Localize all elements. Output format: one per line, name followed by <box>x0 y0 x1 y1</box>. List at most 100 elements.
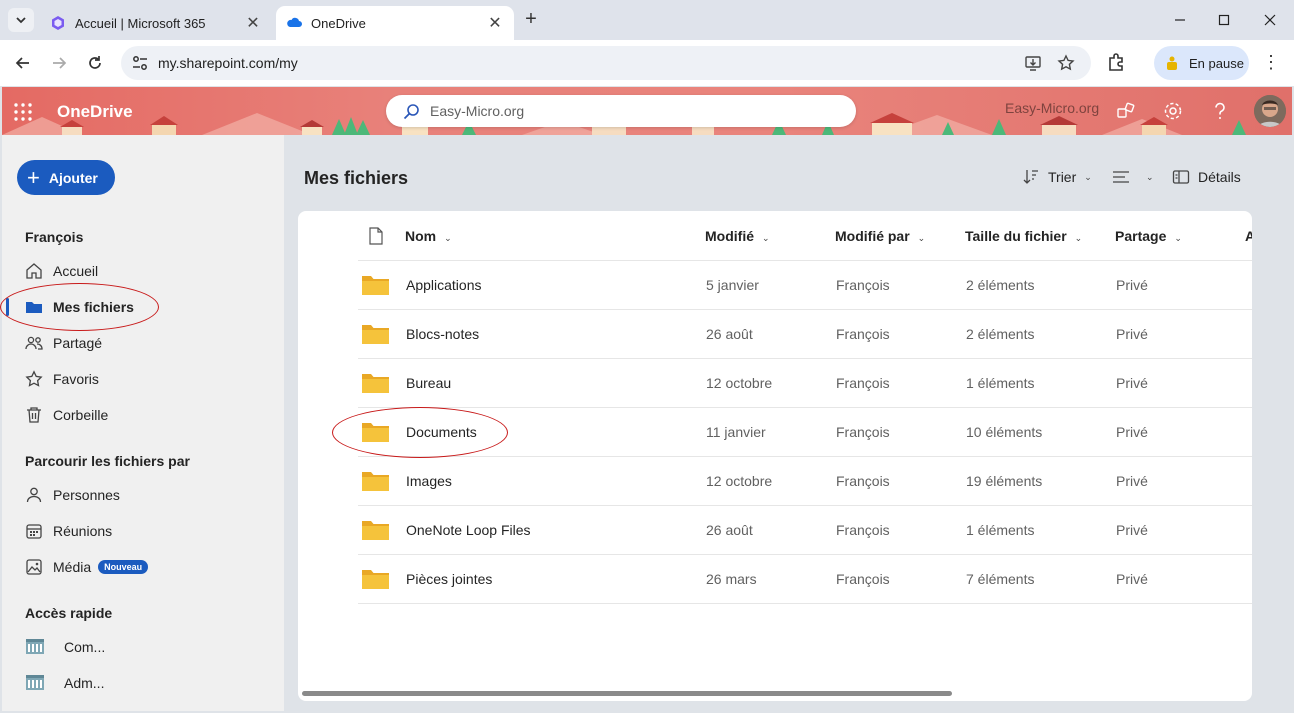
window-close-button[interactable] <box>1258 8 1282 32</box>
sharepoint-site-icon <box>26 675 44 690</box>
sidebar-item-people[interactable]: Personnes <box>25 481 120 509</box>
sidebar-item-home[interactable]: Accueil <box>25 257 98 285</box>
file-modified: 26 août <box>706 522 753 538</box>
help-icon[interactable] <box>1209 100 1231 122</box>
column-header-file-size[interactable]: Taille du fichier ⌄ <box>965 228 1082 244</box>
add-button[interactable]: + Ajouter <box>17 160 115 195</box>
file-name[interactable]: Bureau <box>406 375 451 391</box>
sharepoint-site-icon <box>26 639 44 654</box>
reload-button[interactable] <box>83 51 107 75</box>
quick-access-item[interactable]: Adm... <box>25 669 104 697</box>
sidebar-item-label: Accueil <box>53 263 99 279</box>
close-icon[interactable]: ✕ <box>486 13 504 33</box>
folder-icon <box>362 374 389 393</box>
tab-microsoft-365[interactable]: Accueil | Microsoft 365 ✕ <box>40 6 272 40</box>
reload-icon <box>89 56 101 69</box>
browse-heading: Parcourir les fichiers par <box>25 453 190 469</box>
table-row[interactable]: Applications 5 janvier François 2 éléments P… <box>358 260 1252 309</box>
sidebar-item-shared[interactable]: Partagé <box>25 329 102 357</box>
star-icon[interactable] <box>1057 54 1075 72</box>
profile-paused-button[interactable]: En pause <box>1154 46 1249 80</box>
new-tab-button[interactable]: + <box>520 9 542 31</box>
file-sharing: Privé <box>1116 522 1148 538</box>
list-view-icon <box>1113 171 1129 183</box>
chevron-down-icon <box>16 17 26 24</box>
install-app-icon[interactable] <box>1024 54 1042 72</box>
site-info-icon[interactable] <box>131 54 149 72</box>
back-button[interactable] <box>11 51 35 75</box>
column-header-sharing[interactable]: Partage ⌄ <box>1115 228 1182 244</box>
table-row[interactable]: Images 12 octobre François 19 éléments Privé <box>358 456 1252 505</box>
file-name[interactable]: Pièces jointes <box>406 571 492 587</box>
quick-access-label: Adm... <box>64 675 105 691</box>
sidebar-item-media[interactable]: Média Nouveau <box>25 553 149 581</box>
browser-toolbar: my.sharepoint.com/my En pause ⋮ <box>0 40 1294 86</box>
file-modified: 5 janvier <box>706 277 759 293</box>
file-name[interactable]: OneNote Loop Files <box>406 522 531 538</box>
maximize-button[interactable] <box>1212 8 1236 32</box>
details-button[interactable]: Détails <box>1172 166 1241 188</box>
table-row[interactable]: Bureau 12 octobre François 1 éléments Privé <box>358 358 1252 407</box>
horizontal-scrollbar[interactable] <box>302 691 952 696</box>
table-row-divider <box>358 603 1252 604</box>
sidebar-item-label: Média <box>53 559 92 575</box>
sidebar-item-label: Personnes <box>53 487 120 503</box>
close-icon[interactable]: ✕ <box>244 13 262 33</box>
details-label: Détails <box>1198 169 1241 185</box>
sort-button[interactable]: Trier ⌄ <box>1022 166 1092 188</box>
table-row[interactable]: Documents 11 janvier François 10 éléments Pr… <box>358 407 1252 456</box>
column-header-activity[interactable]: A <box>1245 228 1252 244</box>
column-header-name[interactable]: Nom ⌄ <box>405 228 452 244</box>
tab-onedrive[interactable]: OneDrive ✕ <box>276 6 514 40</box>
address-bar[interactable]: my.sharepoint.com/my <box>121 46 1091 80</box>
minimize-button[interactable] <box>1168 8 1192 32</box>
organization-name: Easy-Micro.org <box>1005 100 1100 116</box>
table-row[interactable]: Blocs-notes 26 août François 2 éléments Priv… <box>358 309 1252 358</box>
calendar-icon <box>26 524 42 539</box>
search-placeholder: Easy-Micro.org <box>430 103 525 119</box>
table-row[interactable]: OneNote Loop Files 26 août François 1 éléme… <box>358 505 1252 554</box>
file-modified-by: François <box>836 473 890 489</box>
people-icon <box>25 336 43 350</box>
table-row[interactable]: Pièces jointes 26 mars François 7 éléments P… <box>358 554 1252 603</box>
column-header-modified[interactable]: Modifié ⌄ <box>705 228 770 244</box>
file-modified: 11 janvier <box>706 424 766 440</box>
chevron-down-icon: ⌄ <box>1084 171 1092 182</box>
file-name[interactable]: Documents <box>406 424 477 440</box>
onedrive-icon <box>287 17 302 27</box>
onedrive-brand[interactable]: OneDrive <box>57 102 133 122</box>
view-options-button[interactable]: ⌄ <box>1112 166 1154 188</box>
premium-icon[interactable] <box>1115 100 1137 122</box>
add-label: Ajouter <box>48 169 98 186</box>
extensions-icon[interactable] <box>1106 51 1128 73</box>
profile-status: En pause <box>1189 55 1244 71</box>
sidebar-item-meetings[interactable]: Réunions <box>25 517 112 545</box>
sidebar-item-my-files[interactable]: Mes fichiers <box>25 293 134 321</box>
file-name[interactable]: Blocs-notes <box>406 326 479 342</box>
quick-access-heading: Accès rapide <box>25 605 113 621</box>
chevron-down-icon: ⌄ <box>444 233 452 243</box>
column-header-modified-by[interactable]: Modifié par ⌄ <box>835 228 925 244</box>
folder-icon <box>26 302 42 313</box>
tab-search-button[interactable] <box>8 8 34 32</box>
plus-icon: + <box>27 164 40 190</box>
app-launcher-icon[interactable] <box>12 101 34 123</box>
file-size: 10 éléments <box>966 424 1043 440</box>
arrow-left-icon <box>15 57 29 69</box>
avatar[interactable] <box>1254 95 1286 127</box>
file-modified-by: François <box>836 424 890 440</box>
sidebar-item-recycle-bin[interactable]: Corbeille <box>25 401 108 429</box>
file-name[interactable]: Images <box>406 473 452 489</box>
file-size: 1 éléments <box>966 375 1035 391</box>
sidebar-item-favorites[interactable]: Favoris <box>25 365 99 393</box>
file-name[interactable]: Applications <box>406 277 482 293</box>
folder-icon <box>362 472 389 491</box>
chevron-down-icon: ⌄ <box>1074 233 1083 243</box>
browser-menu-button[interactable]: ⋮ <box>1262 51 1280 75</box>
chevron-down-icon: ⌄ <box>917 233 926 243</box>
quick-access-item[interactable]: Com... <box>25 633 105 661</box>
search-input[interactable]: Easy-Micro.org <box>386 95 856 127</box>
url-text: my.sharepoint.com/my <box>158 55 298 71</box>
forward-button[interactable] <box>47 51 71 75</box>
settings-gear-icon[interactable] <box>1162 100 1184 122</box>
